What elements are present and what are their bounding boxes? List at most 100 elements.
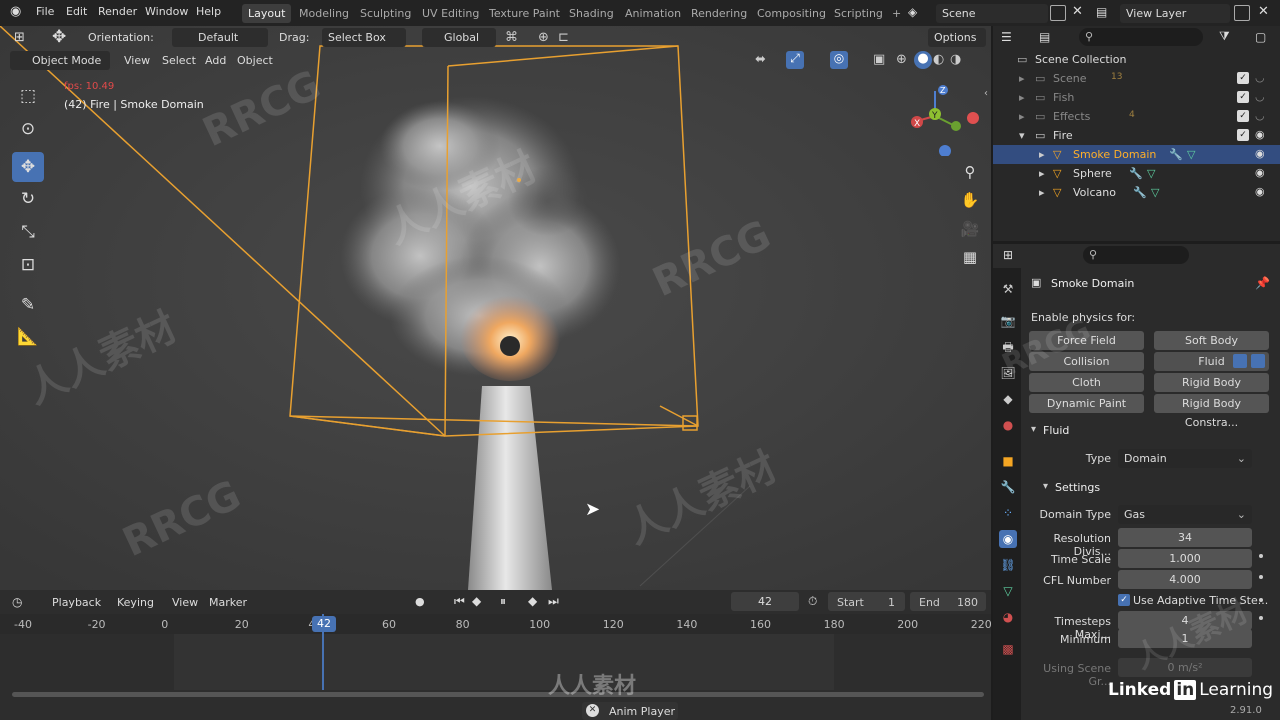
- soft-body-button[interactable]: Soft Body: [1154, 331, 1269, 350]
- navigation-gizmo[interactable]: X Y Z: [905, 81, 985, 156]
- rigid-body-button[interactable]: Rigid Body: [1154, 373, 1269, 392]
- close-icon[interactable]: ✕: [586, 704, 599, 717]
- timeline-editor-icon[interactable]: ◷: [12, 595, 22, 609]
- expand-arrow-icon[interactable]: ▸: [1039, 186, 1045, 199]
- wireframe-shading-icon[interactable]: ⊕: [896, 52, 907, 67]
- new-collection-icon[interactable]: ▢: [1255, 30, 1266, 44]
- scene-tab-icon[interactable]: ◆: [999, 390, 1017, 408]
- modifier-tab-icon[interactable]: 🔧: [999, 478, 1017, 496]
- cloth-button[interactable]: Cloth: [1029, 373, 1144, 392]
- time-scale-field[interactable]: 1.000: [1118, 549, 1252, 568]
- constraints-tab-icon[interactable]: ⛓: [999, 556, 1017, 574]
- select-box-tool[interactable]: ⬚: [12, 81, 44, 111]
- outliner-row-scene[interactable]: ▸ ▭ Scene 13 ✓ ◡: [993, 69, 1280, 88]
- outliner-search-input[interactable]: ⚲: [1079, 28, 1203, 46]
- visibility-eye-icon[interactable]: ◡: [1255, 109, 1265, 122]
- output-tab-icon[interactable]: 🖶: [999, 338, 1017, 356]
- pin-icon[interactable]: 📌: [1255, 276, 1270, 290]
- properties-search-input[interactable]: ⚲: [1083, 246, 1189, 264]
- mode-dropdown[interactable]: Object Mode: [10, 51, 110, 70]
- next-keyframe-icon[interactable]: ◆: [528, 594, 537, 608]
- expand-arrow-icon[interactable]: ▸: [1019, 91, 1025, 104]
- collision-button[interactable]: Collision: [1029, 352, 1144, 371]
- physics-tab-icon[interactable]: ◉: [999, 530, 1017, 548]
- exclude-checkbox[interactable]: ✓: [1237, 91, 1249, 103]
- marker-menu[interactable]: Marker: [209, 596, 247, 609]
- keying-menu[interactable]: Keying: [117, 596, 154, 609]
- gizmo-toggle-icon[interactable]: ⤢: [786, 51, 804, 69]
- menu-window[interactable]: Window: [145, 5, 188, 18]
- start-frame-field[interactable]: Start 1: [828, 592, 905, 611]
- keyframe-dot-icon[interactable]: [1259, 554, 1263, 558]
- transform-pivot-icon[interactable]: ✥: [52, 27, 66, 47]
- material-shading-icon[interactable]: ◐: [933, 52, 944, 67]
- view-object-types-icon[interactable]: ⬌: [755, 52, 766, 67]
- keyframe-dot-icon[interactable]: [1259, 575, 1263, 579]
- keyframe-dot-icon[interactable]: [1259, 598, 1263, 602]
- snap-target-icon[interactable]: ⊏: [558, 30, 569, 45]
- current-frame-field[interactable]: 42: [731, 592, 799, 611]
- particles-tab-icon[interactable]: ⁘: [999, 504, 1017, 522]
- outliner-row-volcano[interactable]: ▸ ▽ Volcano 🔧 ▽ ◉: [993, 183, 1280, 202]
- view-layer-tab-icon[interactable]: 🖼: [999, 364, 1017, 382]
- outliner-row-fish[interactable]: ▸ ▭ Fish ✓ ◡: [993, 88, 1280, 107]
- solid-shading-icon[interactable]: ●: [914, 51, 932, 69]
- material-tab-icon[interactable]: ◕: [999, 608, 1017, 626]
- resolution-field[interactable]: 34: [1118, 528, 1252, 547]
- prev-keyframe-icon[interactable]: ◆: [472, 594, 481, 608]
- tab-sculpting[interactable]: Sculpting: [354, 4, 417, 23]
- editor-type-icon[interactable]: ⊞: [14, 30, 25, 45]
- tab-rendering[interactable]: Rendering: [685, 4, 753, 23]
- annotate-tool[interactable]: ✎: [12, 290, 44, 320]
- expand-arrow-icon[interactable]: ▾: [1019, 129, 1025, 142]
- visibility-eye-icon[interactable]: ◉: [1255, 185, 1265, 198]
- menu-add[interactable]: Add: [205, 54, 226, 67]
- playhead-frame[interactable]: 42: [312, 616, 336, 632]
- rigid-body-constraint-button[interactable]: Rigid Body Constra...: [1154, 394, 1269, 429]
- camera-view-icon[interactable]: 🎥: [958, 217, 982, 241]
- options-dropdown[interactable]: Options: [928, 28, 986, 47]
- expand-arrow-icon[interactable]: ▸: [1019, 72, 1025, 85]
- settings-collapse-icon[interactable]: ▾: [1043, 481, 1048, 492]
- orientation-dropdown[interactable]: Default: [172, 28, 268, 47]
- stopwatch-icon[interactable]: ⏱: [808, 594, 817, 609]
- sidebar-toggle-icon[interactable]: ‹: [984, 88, 988, 99]
- dynamic-paint-button[interactable]: Dynamic Paint: [1029, 394, 1144, 413]
- add-workspace-button[interactable]: +: [886, 4, 907, 23]
- 3d-viewport[interactable]: RRCG RRCG RRCG 人人素材 人人素材 人人素材 ⊞ ✥ Orient…: [0, 26, 991, 590]
- adaptive-time-checkbox[interactable]: ✓: [1118, 594, 1130, 606]
- visibility-eye-icon[interactable]: ◉: [1255, 166, 1265, 179]
- transform-orientation-dropdown[interactable]: Global: [422, 28, 496, 47]
- view-layer-icon[interactable]: ▤: [1096, 5, 1107, 19]
- end-frame-field[interactable]: End 180: [910, 592, 986, 611]
- menu-select[interactable]: Select: [162, 54, 196, 67]
- view-layer-field[interactable]: View Layer: [1120, 4, 1230, 23]
- record-icon[interactable]: ●: [415, 595, 425, 608]
- overlay-toggle-icon[interactable]: ◎: [830, 51, 848, 69]
- exclude-checkbox[interactable]: ✓: [1237, 110, 1249, 122]
- new-view-layer-icon[interactable]: [1234, 5, 1250, 21]
- remove-scene-icon[interactable]: ✕: [1072, 4, 1083, 19]
- expand-arrow-icon[interactable]: ▸: [1039, 167, 1045, 180]
- tab-layout[interactable]: Layout: [242, 4, 292, 23]
- menu-object[interactable]: Object: [237, 54, 273, 67]
- timeline-scrollbar[interactable]: [12, 692, 984, 697]
- drag-dropdown[interactable]: Select Box: [322, 28, 406, 47]
- timesteps-max-field[interactable]: 4: [1118, 611, 1252, 630]
- fluid-section-header[interactable]: Fluid: [1043, 424, 1069, 437]
- data-tab-icon[interactable]: ▽: [999, 582, 1017, 600]
- type-dropdown[interactable]: Domain ⌄: [1118, 449, 1252, 468]
- new-scene-icon[interactable]: [1050, 5, 1066, 21]
- remove-view-layer-icon[interactable]: ✕: [1258, 4, 1269, 19]
- tab-uv-editing[interactable]: UV Editing: [416, 4, 485, 23]
- menu-edit[interactable]: Edit: [66, 5, 87, 18]
- perspective-grid-icon[interactable]: ▦: [958, 245, 982, 269]
- jump-start-icon[interactable]: ⏮: [454, 594, 465, 609]
- pause-icon[interactable]: ⏸: [500, 594, 506, 609]
- tab-compositing[interactable]: Compositing: [751, 4, 832, 23]
- zoom-icon[interactable]: ⚲: [958, 160, 982, 184]
- fluid-viewport-toggle-icon[interactable]: [1233, 354, 1247, 368]
- tab-shading[interactable]: Shading: [563, 4, 620, 23]
- object-tab-icon[interactable]: ■: [999, 452, 1017, 470]
- rotate-tool[interactable]: ↻: [12, 184, 44, 214]
